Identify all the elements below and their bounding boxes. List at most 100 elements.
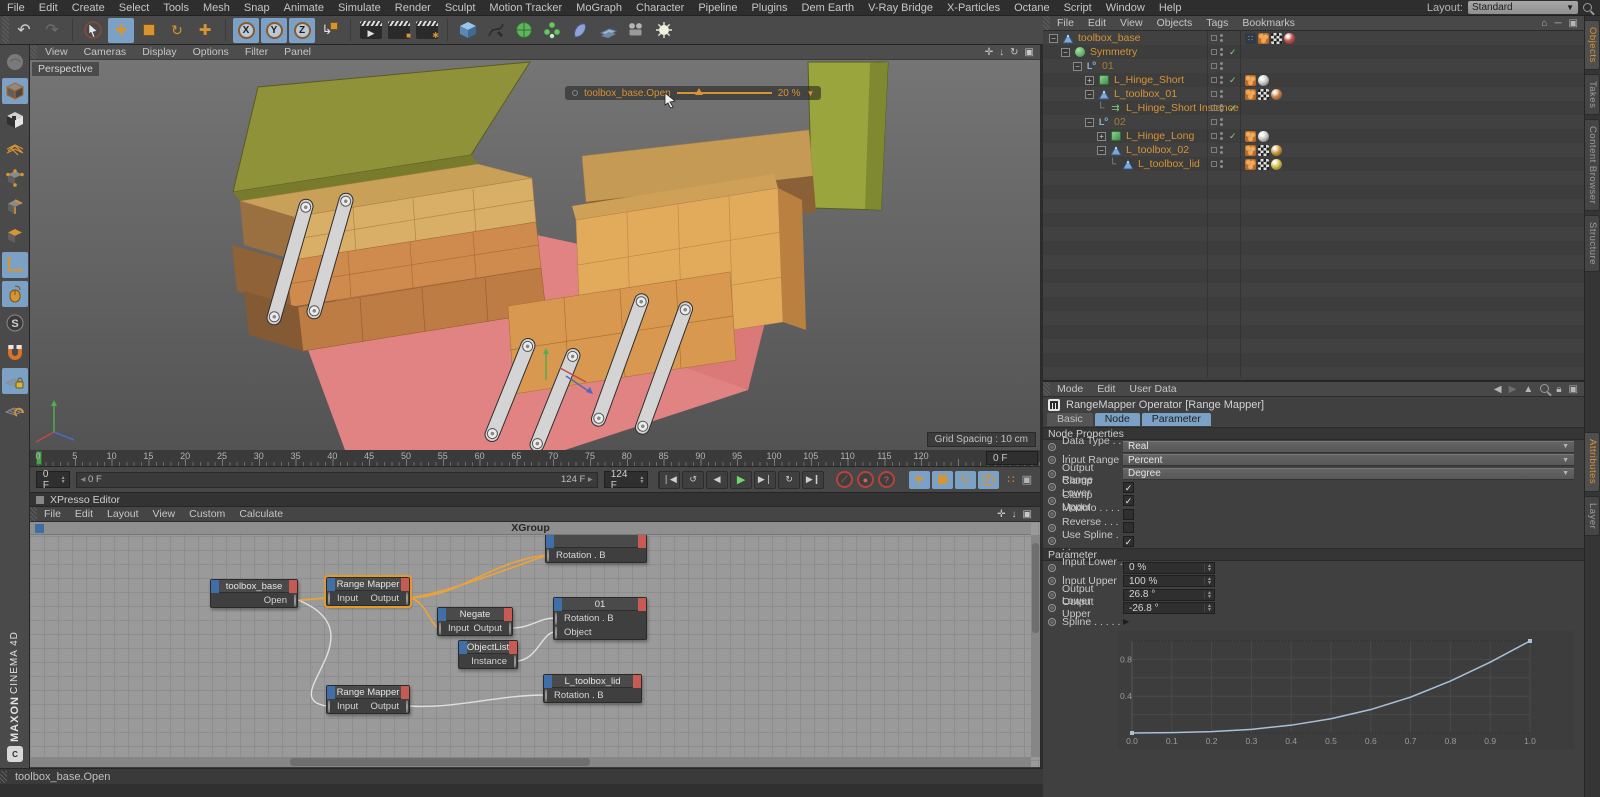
- add-generator-menu[interactable]: [511, 18, 537, 43]
- xgroup-header[interactable]: XGroup: [30, 522, 1031, 535]
- object-name[interactable]: L_toolbox_lid: [1138, 158, 1200, 170]
- menu-item-user-data[interactable]: User Data: [1122, 383, 1183, 395]
- modulo-checkbox[interactable]: [1123, 508, 1134, 520]
- output-range-dropdown[interactable]: Degree ▼: [1123, 467, 1574, 480]
- tree-expand-toggle[interactable]: −: [1049, 33, 1058, 43]
- keyframe-circle-icon[interactable]: [1048, 442, 1056, 451]
- tree-row-symmetry[interactable]: − Symmetry ✓: [1043, 45, 1584, 59]
- input-port[interactable]: [555, 625, 557, 639]
- xpresso-hscrollbar[interactable]: [30, 757, 1031, 767]
- section-node-properties[interactable]: Node Properties: [1043, 427, 1584, 440]
- panel-tab-attributes[interactable]: Attributes: [1585, 432, 1600, 492]
- keyframe-circle-icon[interactable]: [1048, 537, 1056, 546]
- panel-tab-structure[interactable]: Structure: [1585, 215, 1600, 273]
- menu-item-plugins[interactable]: Plugins: [744, 2, 794, 14]
- uv-tag-icon[interactable]: [1258, 144, 1269, 156]
- snap-settings-button[interactable]: S: [2, 310, 28, 336]
- menu-item-select[interactable]: Select: [112, 2, 157, 14]
- add-deformer-menu[interactable]: [567, 18, 593, 43]
- next-frame-button[interactable]: ▶❘: [754, 470, 777, 489]
- keyframe-circle-icon[interactable]: [1048, 469, 1056, 478]
- undo-button[interactable]: ↶: [11, 18, 37, 43]
- menu-item-file[interactable]: File: [37, 508, 68, 520]
- tree-row-01[interactable]: − Lo 01: [1043, 59, 1584, 73]
- spline-graph[interactable]: 0.0 0.1 0.2 0.3 0.4 0.5 0.6 0.7 0.8 0.9 1.0 0.8 0.4: [1118, 630, 1574, 752]
- coordinate-system-toggle[interactable]: ↳: [317, 18, 343, 43]
- menu-item-character[interactable]: Character: [629, 2, 691, 14]
- menu-item-animate[interactable]: Animate: [277, 2, 331, 14]
- node-header[interactable]: 01: [554, 598, 646, 611]
- xpresso-grip[interactable]: [30, 507, 37, 521]
- keyframe-circle-icon[interactable]: [1048, 617, 1056, 626]
- timeline-range-slider[interactable]: ◂ 0 F 124 F ▸: [75, 471, 598, 488]
- visibility-toggles[interactable]: [1211, 76, 1223, 84]
- model-mode-button[interactable]: [1, 78, 28, 104]
- object-name[interactable]: 01: [1102, 60, 1114, 72]
- menu-item-simulate[interactable]: Simulate: [331, 2, 388, 14]
- output-port[interactable]: [406, 591, 408, 605]
- tree-expand-toggle[interactable]: −: [1061, 47, 1070, 57]
- move-tool[interactable]: ✚: [108, 17, 134, 43]
- menu-item-display[interactable]: Display: [134, 46, 184, 58]
- spline-curve-svg[interactable]: 0.0 0.1 0.2 0.3 0.4 0.5 0.6 0.7 0.8 0.9 1.0 0.8 0.4: [1118, 630, 1574, 749]
- panel-toggle-icon[interactable]: ▣: [1569, 384, 1578, 395]
- tab-node[interactable]: Node: [1094, 413, 1140, 426]
- menu-item-window[interactable]: Window: [1099, 2, 1152, 14]
- object-name[interactable]: L_Hinge_Short: [1114, 74, 1184, 86]
- layout-select[interactable]: Standard ▼: [1468, 1, 1578, 14]
- up-icon[interactable]: ▲: [1523, 384, 1533, 395]
- uv-tag-icon[interactable]: [1271, 32, 1282, 44]
- tree-expand-toggle[interactable]: +: [1085, 75, 1094, 85]
- menu-item-sculpt[interactable]: Sculpt: [438, 2, 483, 14]
- input-range-dropdown[interactable]: Percent ▼: [1123, 454, 1574, 467]
- viewport-solo-button[interactable]: [1, 281, 28, 307]
- object-name[interactable]: L_toolbox_02: [1126, 144, 1189, 156]
- object-name[interactable]: toolbox_base: [1078, 32, 1140, 44]
- visibility-toggles[interactable]: [1211, 160, 1223, 168]
- reverse-checkbox[interactable]: [1123, 522, 1134, 534]
- menu-item-octane[interactable]: Octane: [1007, 2, 1056, 14]
- phong-tag-icon[interactable]: [1245, 74, 1256, 86]
- tree-expand-toggle[interactable]: +: [1097, 131, 1106, 141]
- visibility-toggles[interactable]: [1211, 132, 1223, 140]
- menu-item-script[interactable]: Script: [1057, 2, 1099, 14]
- menu-item-pipeline[interactable]: Pipeline: [691, 2, 744, 14]
- phong-tag-icon[interactable]: [1258, 32, 1269, 44]
- node-rotation-b-top[interactable]: Rotation . B: [545, 534, 647, 563]
- input-port[interactable]: [439, 621, 441, 635]
- goto-start-button[interactable]: ❘◀: [658, 470, 681, 489]
- keyframe-circle-icon[interactable]: [1048, 577, 1056, 586]
- tree-row-l-toolbox-lid[interactable]: └ L_toolbox_lid: [1043, 157, 1584, 171]
- panel-tab-takes[interactable]: Takes: [1585, 73, 1600, 116]
- output-port[interactable]: [514, 654, 516, 668]
- node-header[interactable]: [546, 535, 646, 548]
- output-lower-field[interactable]: 26.8 ° ▲ ▼: [1123, 588, 1215, 601]
- lock-icon[interactable]: 🔒︎: [1556, 384, 1561, 395]
- node-l-toolbox-lid[interactable]: L_toolbox_lid Rotation . B: [543, 674, 642, 703]
- viewport-camera-label[interactable]: Perspective: [32, 62, 99, 76]
- object-name[interactable]: 02: [1114, 116, 1126, 128]
- input-port[interactable]: [555, 611, 557, 625]
- uv-edit-mode-button[interactable]: [2, 136, 28, 162]
- output-port[interactable]: [294, 593, 296, 607]
- rotate-view-icon[interactable]: ↻: [1010, 47, 1018, 58]
- menu-item-calculate[interactable]: Calculate: [232, 508, 290, 520]
- hud-slider-knob[interactable]: [694, 88, 703, 95]
- menu-item-mesh[interactable]: Mesh: [196, 2, 237, 14]
- object-name[interactable]: L_Hinge_Long: [1126, 130, 1194, 142]
- xpresso-titlebar[interactable]: XPresso Editor: [30, 493, 1040, 507]
- menu-item-view[interactable]: View: [146, 508, 183, 520]
- menu-item-filter[interactable]: Filter: [237, 46, 276, 58]
- keyframe-selection-button[interactable]: ?: [877, 471, 895, 488]
- menu-item-create[interactable]: Create: [65, 2, 112, 14]
- visibility-toggles[interactable]: [1211, 104, 1223, 112]
- key-position-toggle[interactable]: ✚: [908, 470, 930, 489]
- material-tag-icon[interactable]: [1271, 158, 1282, 170]
- keyframe-circle-icon[interactable]: [1048, 523, 1056, 532]
- keyframe-circle-icon[interactable]: [1048, 496, 1056, 505]
- visibility-toggles[interactable]: [1211, 146, 1223, 154]
- phong-tag-icon[interactable]: [1245, 130, 1256, 142]
- node-objectlist[interactable]: ObjectList Instance: [458, 640, 518, 669]
- panel-tab-content-browser[interactable]: Content Browser: [1585, 119, 1600, 212]
- menu-item-edit[interactable]: Edit: [1090, 383, 1122, 395]
